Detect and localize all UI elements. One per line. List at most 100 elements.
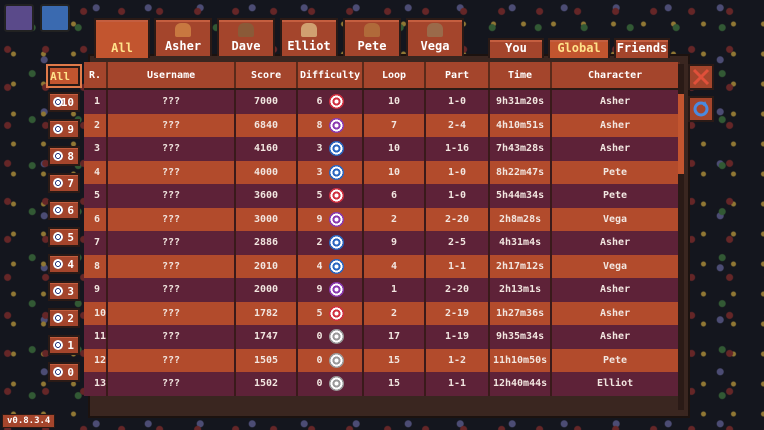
loop-cell: 1 <box>363 278 427 302</box>
difficulty-cell: 0 <box>297 372 365 396</box>
scope-tab-3[interactable]: Friends <box>614 38 670 58</box>
rank-cell: 5 <box>84 184 109 208</box>
side-filter-all[interactable]: All <box>48 66 80 86</box>
tab-4[interactable]: Pete <box>343 18 401 56</box>
score-cell: 4160 <box>235 137 299 161</box>
part-cell: 1-2 <box>425 348 491 372</box>
col-loop[interactable]: Loop <box>363 62 427 90</box>
part-cell: 1-19 <box>425 325 491 349</box>
difficulty-value: 0 <box>316 354 323 366</box>
side-filter-level-label: 8 <box>67 150 74 163</box>
tab-2[interactable]: Dave <box>217 18 275 56</box>
difficulty-target-icon <box>53 313 63 323</box>
table-row[interactable]: 13??? 1502 0 15 1-1 12h40m44s Elliot <box>84 372 681 396</box>
side-filter-level[interactable]: 6 <box>48 200 80 220</box>
rank-cell: 12 <box>84 348 109 372</box>
tab-all-label: All <box>111 41 133 55</box>
table-row[interactable]: 7??? 2886 2 9 2-5 4h31m4s Asher <box>84 231 681 255</box>
side-filter-level-label: 2 <box>67 312 74 325</box>
difficulty-target-icon <box>53 259 63 269</box>
loop-cell: 15 <box>363 372 427 396</box>
difficulty-value: 0 <box>316 378 323 390</box>
rank-cell: 4 <box>84 160 109 184</box>
side-filter-level[interactable]: 9 <box>48 119 80 139</box>
hourglass-icon[interactable] <box>40 4 70 32</box>
loop-cell: 6 <box>363 184 427 208</box>
part-cell: 2-5 <box>425 231 491 255</box>
table-row[interactable]: 1??? 7000 6 10 1-0 9h31m20s Asher <box>84 89 681 114</box>
col-part[interactable]: Part <box>425 62 491 90</box>
table-row[interactable]: 2??? 6840 8 7 2-4 4h10m51s Asher <box>84 113 681 137</box>
col-username[interactable]: Username <box>107 62 237 90</box>
difficulty-target-icon <box>53 151 63 161</box>
side-filter-level-label: 5 <box>67 231 74 244</box>
difficulty-value: 2 <box>316 237 323 249</box>
col-time[interactable]: Time <box>489 62 553 90</box>
table-row[interactable]: 4??? 4000 3 10 1-0 8h22m47s Pete <box>84 160 681 184</box>
col-character[interactable]: Character <box>551 62 681 90</box>
loop-cell: 10 <box>363 160 427 184</box>
character-cell: Pete <box>551 160 681 184</box>
side-filter-level[interactable]: 0 <box>48 362 80 382</box>
table-row[interactable]: 3??? 4160 3 10 1-16 7h43m28s Asher <box>84 137 681 161</box>
table-row[interactable]: 10??? 1782 5 2 2-19 1h27m36s Asher <box>84 301 681 325</box>
side-filter-level[interactable]: 10 <box>48 92 80 112</box>
close-icon[interactable] <box>688 64 714 90</box>
journal-icon[interactable] <box>4 4 34 32</box>
tab-1[interactable]: Asher <box>154 18 212 56</box>
scrollbar-thumb[interactable] <box>678 94 684 174</box>
difficulty-cell: 2 <box>297 231 365 255</box>
side-filter-level[interactable]: 2 <box>48 308 80 328</box>
side-filter-level[interactable]: 8 <box>48 146 80 166</box>
tab-3[interactable]: Elliot <box>280 18 338 56</box>
rank-cell: 6 <box>84 207 109 231</box>
difficulty-target-icon <box>328 235 344 251</box>
part-cell: 1-0 <box>425 184 491 208</box>
score-cell: 7000 <box>235 89 299 114</box>
table-row[interactable]: 11??? 1747 0 17 1-19 9h35m34s Asher <box>84 325 681 349</box>
difficulty-cell: 3 <box>297 137 365 161</box>
tab-5[interactable]: Vega <box>406 18 464 56</box>
character-cell: Asher <box>551 113 681 137</box>
refresh-icon[interactable] <box>688 96 714 122</box>
table-row[interactable]: 9??? 2000 9 1 2-20 2h13m1s Asher <box>84 278 681 302</box>
table-row[interactable]: 12??? 1505 0 15 1-2 11h10m50s Pete <box>84 348 681 372</box>
time-cell: 2h8m28s <box>489 207 553 231</box>
time-cell: 9h31m20s <box>489 89 553 114</box>
col-difficulty[interactable]: Difficulty <box>297 62 365 90</box>
table-row[interactable]: 5??? 3600 5 6 1-0 5h44m34s Pete <box>84 184 681 208</box>
difficulty-cell: 5 <box>297 184 365 208</box>
score-cell: 1502 <box>235 372 299 396</box>
difficulty-value: 8 <box>316 119 323 131</box>
side-filter-level-label: 3 <box>67 285 74 298</box>
difficulty-cell: 9 <box>297 278 365 302</box>
rank-cell: 3 <box>84 137 109 161</box>
version-label: v0.8.3.4 <box>2 414 56 428</box>
character-cell: Asher <box>551 301 681 325</box>
scope-tab-2[interactable]: Global <box>548 38 610 58</box>
side-filter-level[interactable]: 4 <box>48 254 80 274</box>
side-filter-level[interactable]: 5 <box>48 227 80 247</box>
rank-cell: 9 <box>84 278 109 302</box>
difficulty-target-icon <box>328 164 344 180</box>
username-cell: ??? <box>107 113 237 137</box>
tab-all[interactable]: All <box>94 18 150 58</box>
table-row[interactable]: 6??? 3000 9 2 2-20 2h8m28s Vega <box>84 207 681 231</box>
col-score[interactable]: Score <box>235 62 299 90</box>
side-filter-all-label: All <box>50 70 70 83</box>
table-scrollbar[interactable] <box>678 64 684 410</box>
difficulty-cell: 8 <box>297 113 365 137</box>
scope-tab-1[interactable]: You <box>488 38 544 58</box>
col-rank[interactable]: R. <box>84 62 109 90</box>
part-cell: 1-1 <box>425 372 491 396</box>
part-cell: 1-16 <box>425 137 491 161</box>
side-filter-level[interactable]: 7 <box>48 173 80 193</box>
side-filter-level[interactable]: 3 <box>48 281 80 301</box>
time-cell: 8h22m47s <box>489 160 553 184</box>
difficulty-target-icon <box>53 232 63 242</box>
difficulty-target-icon <box>328 352 344 368</box>
rank-cell: 10 <box>84 301 109 325</box>
side-filter-level[interactable]: 1 <box>48 335 80 355</box>
table-row[interactable]: 8??? 2010 4 4 1-1 2h17m12s Vega <box>84 254 681 278</box>
scope-tab-label: Friends <box>616 41 668 55</box>
